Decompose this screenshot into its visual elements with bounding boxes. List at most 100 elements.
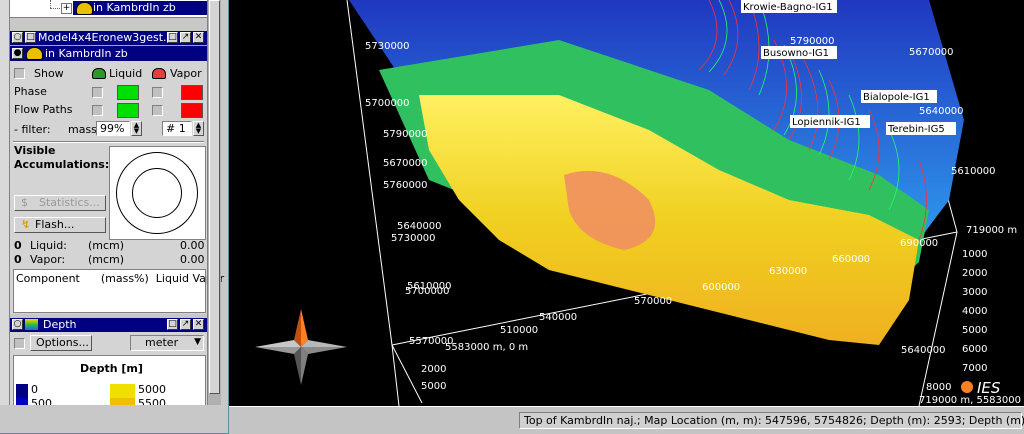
panel-toggle-icon[interactable]: ○ (12, 319, 23, 330)
axis-tick-label: 5670000 (383, 158, 428, 169)
mass-input[interactable]: 99% (96, 121, 130, 136)
flow-vapor-color[interactable] (181, 103, 203, 118)
flow-vapor-checkbox[interactable] (152, 105, 163, 116)
3d-viewport[interactable]: Krowie-Bagno-IG1 Busowno-IG1 Bialopole-I… (229, 0, 1024, 406)
restore-icon[interactable]: □ (167, 32, 178, 43)
scrollbar-thumb[interactable] (209, 0, 220, 394)
well-label: Busowno-IG1 (763, 48, 829, 59)
dollar-icon: $ (21, 196, 28, 209)
depth-tick-label: 8000 (926, 382, 951, 393)
accumulation-panel: ○ □ Model4x4Eronew3gest. □ ↗ ✕ ● in Kamb… (10, 31, 224, 314)
phase-vapor-color[interactable] (181, 85, 203, 100)
liquid-count: 0 (14, 239, 22, 252)
phase-label: Phase (14, 85, 47, 98)
phase-liquid-color[interactable] (117, 85, 139, 100)
close-icon[interactable]: ✕ (193, 32, 204, 43)
axis-tick-label: 5640000 (919, 106, 964, 117)
close-icon[interactable]: ✕ (193, 319, 204, 330)
compass-icon[interactable] (255, 309, 347, 385)
mass-spinner[interactable]: ▲ ▼ (131, 121, 142, 136)
expand-icon[interactable]: + (61, 3, 72, 14)
legend-label-3: 5500 (138, 397, 166, 405)
depth-panel-title: Depth (43, 318, 77, 331)
well-label: Krowie-Bagno-IG1 (743, 2, 833, 13)
legend-title: Depth [m] (80, 362, 143, 375)
depth-legend: Depth [m] 0 500 5000 5500 (13, 355, 206, 405)
axis-tick-label: 5730000 (391, 233, 436, 244)
axis-tick-label: 5700000 (365, 98, 410, 109)
depth-panel: ○ Depth □ ↗ ✕ Options... meter ▼ Depth [… (10, 318, 207, 405)
statistics-button[interactable]: $ Statistics... (14, 195, 106, 211)
axis-tick-label: 5760000 (383, 180, 428, 191)
legend-swatch-3 (110, 398, 135, 405)
legend-swatch-0 (16, 384, 28, 398)
legend-swatch-1 (16, 398, 28, 405)
show-checkbox[interactable] (14, 68, 25, 79)
depth-tick-label: 6000 (962, 344, 987, 355)
flow-liquid-color[interactable] (117, 103, 139, 118)
well-label: Bialopole-IG1 (863, 92, 930, 103)
filter-label: - filter: (14, 123, 51, 136)
status-bar: Top of KambrdIn naj.; Map Location (m, m… (229, 406, 1024, 434)
axis-end-label: 719000 m (966, 225, 1017, 236)
accumulation-panel-titlebar[interactable]: ○ □ Model4x4Eronew3gest. □ ↗ ✕ (10, 31, 207, 45)
vapor-count: 0 (14, 253, 22, 266)
panel-scrollbar[interactable] (207, 0, 221, 405)
undock-icon[interactable]: ↗ (180, 32, 191, 43)
mass-label: mass (68, 123, 97, 136)
accumulation-icon (26, 47, 43, 60)
count-input[interactable]: # 1 (162, 121, 192, 136)
status-text: Top of KambrdIn naj.; Map Location (m, m… (519, 412, 1024, 429)
axis-tick-label: 5730000 (365, 41, 410, 52)
3d-scene: Krowie-Bagno-IG1 Busowno-IG1 Bialopole-I… (255, 0, 1021, 406)
axis-tick-label: 660000 (832, 254, 870, 265)
count-spinner[interactable]: ▲ ▼ (193, 121, 204, 136)
layer-name: in KambrdIn zb (45, 47, 128, 60)
show-label: Show (34, 67, 64, 80)
axis-tick-label: 5700000 (405, 286, 450, 297)
phase-vapor-checkbox[interactable] (152, 87, 163, 98)
depth-show-checkbox[interactable] (14, 338, 25, 349)
layer-toggle-icon[interactable]: ● (12, 48, 23, 59)
pie-inner-ring (132, 168, 182, 218)
undock-icon[interactable]: ↗ (180, 319, 191, 330)
phase-liquid-checkbox[interactable] (92, 87, 103, 98)
legend-label-1: 500 (31, 397, 52, 405)
depth-tick-label: 5000 (962, 325, 987, 336)
tree-item-selected[interactable]: in KambrdIn zb (73, 1, 211, 15)
axis-tick-label: 5670000 (909, 47, 954, 58)
depth-panel-titlebar[interactable]: ○ Depth □ ↗ ✕ (10, 318, 207, 332)
legend-label-0: 0 (31, 383, 38, 396)
corner-label: 5583000 m, 0 m (445, 342, 528, 353)
options-button[interactable]: Options... (30, 335, 92, 351)
vapor-unit: (mcm) (88, 253, 125, 266)
vapor-value: 0.00 (180, 253, 205, 266)
vapor-row-label: Vapor: (30, 253, 66, 266)
axis-tick-label: 510000 (500, 325, 538, 336)
liquid-value: 0.00 (180, 239, 205, 252)
axis-tick-label: 5790000 (383, 129, 428, 140)
corner-label: 719000 m, 5583000 (919, 395, 1021, 406)
flow-liquid-checkbox[interactable] (92, 105, 103, 116)
accumulation-subbar: ● in KambrdIn zb (10, 45, 207, 61)
legend-label-2: 5000 (138, 383, 166, 396)
layer-tree[interactable]: + in KambrdIn zb (10, 0, 211, 18)
component-list[interactable]: Component (mass%) Liquid Vapor (13, 269, 224, 313)
dropdown-arrow-icon: ▼ (194, 337, 201, 347)
depth-left-label: 5000 (421, 381, 446, 392)
axis-tick-label: 570000 (634, 296, 672, 307)
layer-panel-window: + in KambrdIn zb ○ □ Model4x4Eronew3gest… (0, 0, 228, 433)
depth-left-label: 2000 (421, 364, 446, 375)
well-label: Lopiennik-IG1 (792, 117, 861, 128)
vapor-icon (152, 68, 166, 79)
flash-button[interactable]: ↯ Flash... (14, 217, 106, 233)
unit-select[interactable]: meter ▼ (130, 335, 204, 351)
flash-icon: ↯ (21, 218, 31, 231)
axis-tick-label: 690000 (900, 238, 938, 249)
depth-tick-label: 7000 (962, 363, 987, 374)
liquid-unit: (mcm) (88, 239, 125, 252)
accumulation-pie-chart (109, 146, 206, 240)
axis-tick-label: 5610000 (951, 166, 996, 177)
panel-toggle-icon[interactable]: ○ (12, 32, 23, 43)
restore-icon[interactable]: □ (167, 319, 178, 330)
